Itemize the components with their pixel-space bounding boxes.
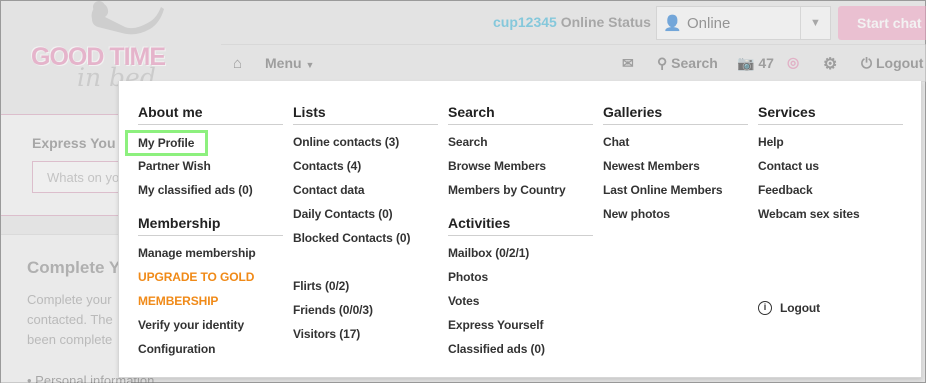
search-heading: Search — [448, 103, 593, 125]
mega-menu: About me My Profile Partner Wish My clas… — [118, 81, 922, 378]
menu-item-upgrade-gold[interactable]: UPGRADE TO GOLD — [138, 265, 283, 289]
menu-col-galleries: Galleries Chat Newest Members Last Onlin… — [603, 103, 748, 226]
services-spacer-1 — [758, 226, 903, 250]
power-icon: ⏻ — [861, 55, 873, 71]
menu-item-express-yourself[interactable]: Express Yourself — [448, 313, 593, 337]
services-heading: Services — [758, 103, 903, 125]
chevron-down-icon[interactable]: ▼ — [800, 7, 830, 39]
services-list: Help Contact us Feedback Webcam sex site… — [758, 130, 903, 320]
menu-item-newest-members[interactable]: Newest Members — [603, 154, 748, 178]
menu-item-blocked-contacts[interactable]: Blocked Contacts (0) — [293, 226, 438, 250]
menu-item-partner-wish[interactable]: Partner Wish — [138, 154, 283, 178]
user-status-label: cup12345 Online Status — [493, 14, 651, 30]
menu-item-online-contacts[interactable]: Online contacts (3) — [293, 130, 438, 154]
menu-item-contact-data[interactable]: Contact data — [293, 178, 438, 202]
power-icon: i — [758, 301, 772, 315]
lists-list: Online contacts (3) Contacts (4) Contact… — [293, 130, 438, 346]
menu-item-friends[interactable]: Friends (0/0/3) — [293, 298, 438, 322]
menu-item-configuration[interactable]: Configuration — [138, 337, 283, 361]
menu-item-last-online-members[interactable]: Last Online Members — [603, 178, 748, 202]
caret-down-icon: ▼ — [305, 60, 315, 70]
menu-col-lists: Lists Online contacts (3) Contacts (4) C… — [293, 103, 438, 346]
menu-item-manage-membership[interactable]: Manage membership — [138, 241, 283, 265]
menu-item-classified-ads[interactable]: My classified ads (0) — [138, 178, 283, 202]
search-icon: ⚲ — [657, 55, 668, 71]
menu-item-new-photos[interactable]: New photos — [603, 202, 748, 226]
galleries-list: Chat Newest Members Last Online Members … — [603, 130, 748, 226]
username-link[interactable]: cup12345 — [493, 14, 557, 30]
menu-item-photos[interactable]: Photos — [448, 265, 593, 289]
complete-profile-box: Complete Y Complete your contacted. The … — [1, 234, 154, 383]
menu-item-search[interactable]: Search — [448, 130, 593, 154]
services-spacer-2 — [758, 250, 903, 274]
menu-col-search: Search Search Browse Members Members by … — [448, 103, 593, 361]
lists-heading: Lists — [293, 103, 438, 125]
logout-label: Logout — [875, 55, 924, 71]
logo-figure-icon — [91, 1, 164, 35]
menu-item-my-profile[interactable]: My Profile — [125, 130, 283, 156]
status-value: Online — [687, 14, 731, 32]
menu-item-chat[interactable]: Chat — [603, 130, 748, 154]
menu-item-mailbox[interactable]: Mailbox (0/2/1) — [448, 241, 593, 265]
activities-heading: Activities — [448, 214, 593, 236]
photo-count: 47 — [758, 55, 774, 71]
my-profile-highlight[interactable]: My Profile — [125, 130, 209, 156]
menu-col-services: Services Help Contact us Feedback Webcam… — [758, 103, 903, 320]
about-list: My Profile Partner Wish My classified ad… — [125, 130, 283, 202]
complete-title: Complete Y — [27, 258, 121, 277]
menu-item-votes[interactable]: Votes — [448, 289, 593, 313]
menu-item-classified-ads-list[interactable]: Classified ads (0) — [448, 337, 593, 361]
menu-item-membership[interactable]: MEMBERSHIP — [138, 289, 283, 313]
search-list: Search Browse Members Members by Country — [448, 130, 593, 202]
menu-item-contacts[interactable]: Contacts (4) — [293, 154, 438, 178]
galleries-heading: Galleries — [603, 103, 748, 125]
membership-list: Manage membership UPGRADE TO GOLD MEMBER… — [138, 241, 283, 361]
online-status-label: Online Status — [560, 14, 651, 30]
activities-list: Mailbox (0/2/1) Photos Votes Express You… — [448, 241, 593, 361]
status-dropdown[interactable]: 👤 Online ▼ — [656, 6, 831, 40]
menu-item-members-by-country[interactable]: Members by Country — [448, 178, 593, 202]
services-spacer-3 — [758, 274, 903, 296]
search-button[interactable]: ⚲ Search — [657, 55, 718, 72]
express-title: Express You — [32, 135, 116, 151]
logout-button[interactable]: ⏻ Logout — [861, 55, 923, 72]
user-icon: 👤 — [663, 15, 682, 32]
search-label: Search — [671, 55, 718, 71]
menu-item-contact-us[interactable]: Contact us — [758, 154, 903, 178]
menu-logout-label: Logout — [780, 301, 821, 315]
target-icon[interactable]: ◎ — [787, 54, 799, 71]
express-input[interactable]: Whats on yo — [32, 161, 132, 193]
menu-item-logout[interactable]: i Logout — [758, 296, 903, 320]
menu-label: Menu — [265, 55, 302, 71]
menu-item-webcam-sites[interactable]: Webcam sex sites — [758, 202, 903, 226]
mail-icon[interactable]: ✉ — [622, 55, 634, 72]
start-chat-button[interactable]: Start chat — [838, 6, 926, 40]
menu-item-flirts[interactable]: Flirts (0/2) — [293, 274, 438, 298]
about-heading: About me — [138, 103, 283, 125]
menu-item-daily-contacts[interactable]: Daily Contacts (0) — [293, 202, 438, 226]
menu-item-browse-members[interactable]: Browse Members — [448, 154, 593, 178]
home-icon[interactable]: ⌂ — [233, 55, 242, 72]
menu-item-verify-identity[interactable]: Verify your identity — [138, 313, 283, 337]
gear-icon[interactable]: ⚙ — [823, 54, 837, 74]
menu-item-visitors[interactable]: Visitors (17) — [293, 322, 438, 346]
express-yourself-box: Express You Whats on yo — [1, 114, 132, 216]
menu-item-feedback[interactable]: Feedback — [758, 178, 903, 202]
list-spacer — [293, 250, 438, 274]
menu-toggle[interactable]: Menu ▼ — [265, 55, 314, 71]
main-navbar: ⌂ Menu ▼ ✉ ⚲ Search 📷 47 ◎ ⚙ ⏻ Logout — [221, 44, 926, 82]
menu-col-about: About me My Profile Partner Wish My clas… — [125, 103, 283, 361]
photos-button[interactable]: 📷 47 — [737, 55, 774, 72]
membership-heading: Membership — [138, 214, 283, 236]
camera-icon: 📷 — [737, 55, 755, 71]
menu-item-help[interactable]: Help — [758, 130, 903, 154]
